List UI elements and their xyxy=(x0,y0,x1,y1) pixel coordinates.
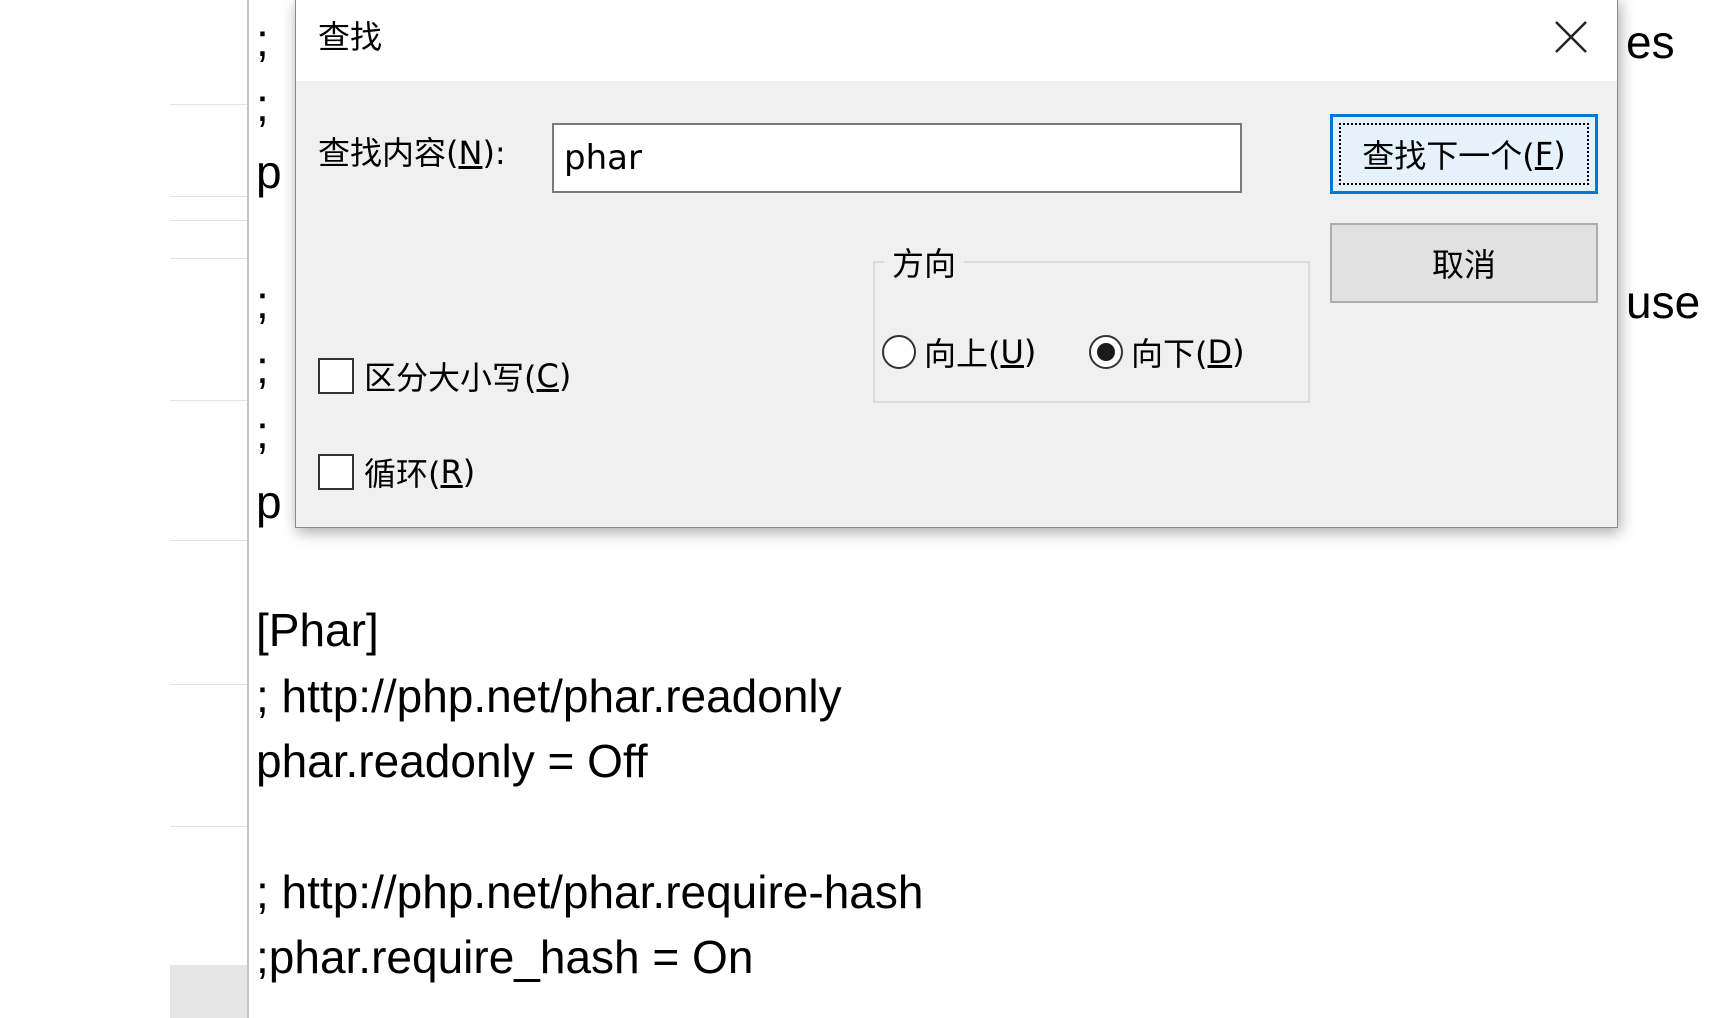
close-icon xyxy=(1555,21,1587,53)
editor-text-fragment: ; xyxy=(256,79,269,131)
direction-down-radio[interactable]: 向下(D) xyxy=(1089,329,1245,375)
editor-gutter xyxy=(170,0,249,1018)
gutter-scroll-block xyxy=(170,965,247,1018)
match-case-accesskey: C xyxy=(536,357,559,395)
gutter-line xyxy=(170,104,247,105)
gutter-line xyxy=(170,684,247,685)
dialog-titlebar[interactable]: 查找 xyxy=(296,0,1617,81)
find-what-input[interactable] xyxy=(552,123,1242,193)
direction-up-radio[interactable]: 向上(U) xyxy=(882,329,1036,375)
editor-text-fragment: ; xyxy=(256,14,269,66)
gutter-line xyxy=(170,540,247,541)
dialog-title: 查找 xyxy=(318,18,383,56)
find-label-suffix: ): xyxy=(482,134,506,172)
find-dialog: 查找 查找内容(N): 查找下一个(F) 取消 方向 向上(U) 向下(D) 区… xyxy=(295,0,1618,528)
match-case-label: 区分大小写( xyxy=(364,359,537,397)
radio-up-accesskey: U xyxy=(1000,333,1024,371)
find-label-text: 查找内容( xyxy=(318,134,459,172)
find-label-accesskey: N xyxy=(458,134,483,172)
editor-line: ;phar.require_hash = On xyxy=(256,931,754,983)
radio-selected-dot xyxy=(1097,343,1115,361)
editor-text-fragment: use xyxy=(1626,276,1701,328)
radio-down-accesskey: D xyxy=(1207,333,1233,371)
gutter-line xyxy=(170,826,247,827)
radio-circle xyxy=(882,335,916,369)
match-case-checkbox[interactable]: 区分大小写(C) xyxy=(318,353,571,399)
gutter-line xyxy=(170,196,247,197)
match-case-suffix: ) xyxy=(558,357,572,395)
editor-text-fragment: ; xyxy=(256,341,269,393)
gutter-line xyxy=(170,258,247,259)
editor-line: ; http://php.net/phar.readonly xyxy=(256,670,842,722)
find-what-label: 查找内容(N): xyxy=(318,133,506,173)
radio-up-suffix: ) xyxy=(1023,333,1037,371)
radio-up-label: 向上( xyxy=(924,335,1001,373)
radio-circle xyxy=(1089,335,1123,369)
radio-down-label: 向下( xyxy=(1131,335,1208,373)
gutter-line xyxy=(170,400,247,401)
editor-text-fragment: p xyxy=(256,146,282,198)
editor-text-fragment: es xyxy=(1626,16,1675,68)
cancel-button[interactable]: 取消 xyxy=(1330,223,1598,303)
checkbox-box xyxy=(318,358,354,394)
editor-text-fragment: ; xyxy=(256,276,269,328)
wrap-label: 循环( xyxy=(364,455,441,493)
editor-line: phar.readonly = Off xyxy=(256,735,648,787)
radio-down-suffix: ) xyxy=(1232,333,1245,371)
checkbox-box xyxy=(318,454,354,490)
find-next-button[interactable]: 查找下一个(F) xyxy=(1330,114,1598,194)
wrap-accesskey: R xyxy=(440,453,463,491)
editor-line: ; http://php.net/phar.require-hash xyxy=(256,866,924,918)
editor-line: [Phar] xyxy=(256,604,379,656)
gutter-line xyxy=(170,220,247,221)
focus-rectangle xyxy=(1339,123,1589,185)
editor-text-fragment: p xyxy=(256,476,282,528)
close-button[interactable] xyxy=(1543,9,1599,65)
editor-text-fragment: ; xyxy=(256,406,269,458)
direction-legend: 方向 xyxy=(884,244,965,284)
wrap-around-checkbox[interactable]: 循环(R) xyxy=(318,449,475,495)
cancel-label: 取消 xyxy=(1431,246,1496,284)
wrap-suffix: ) xyxy=(462,453,476,491)
